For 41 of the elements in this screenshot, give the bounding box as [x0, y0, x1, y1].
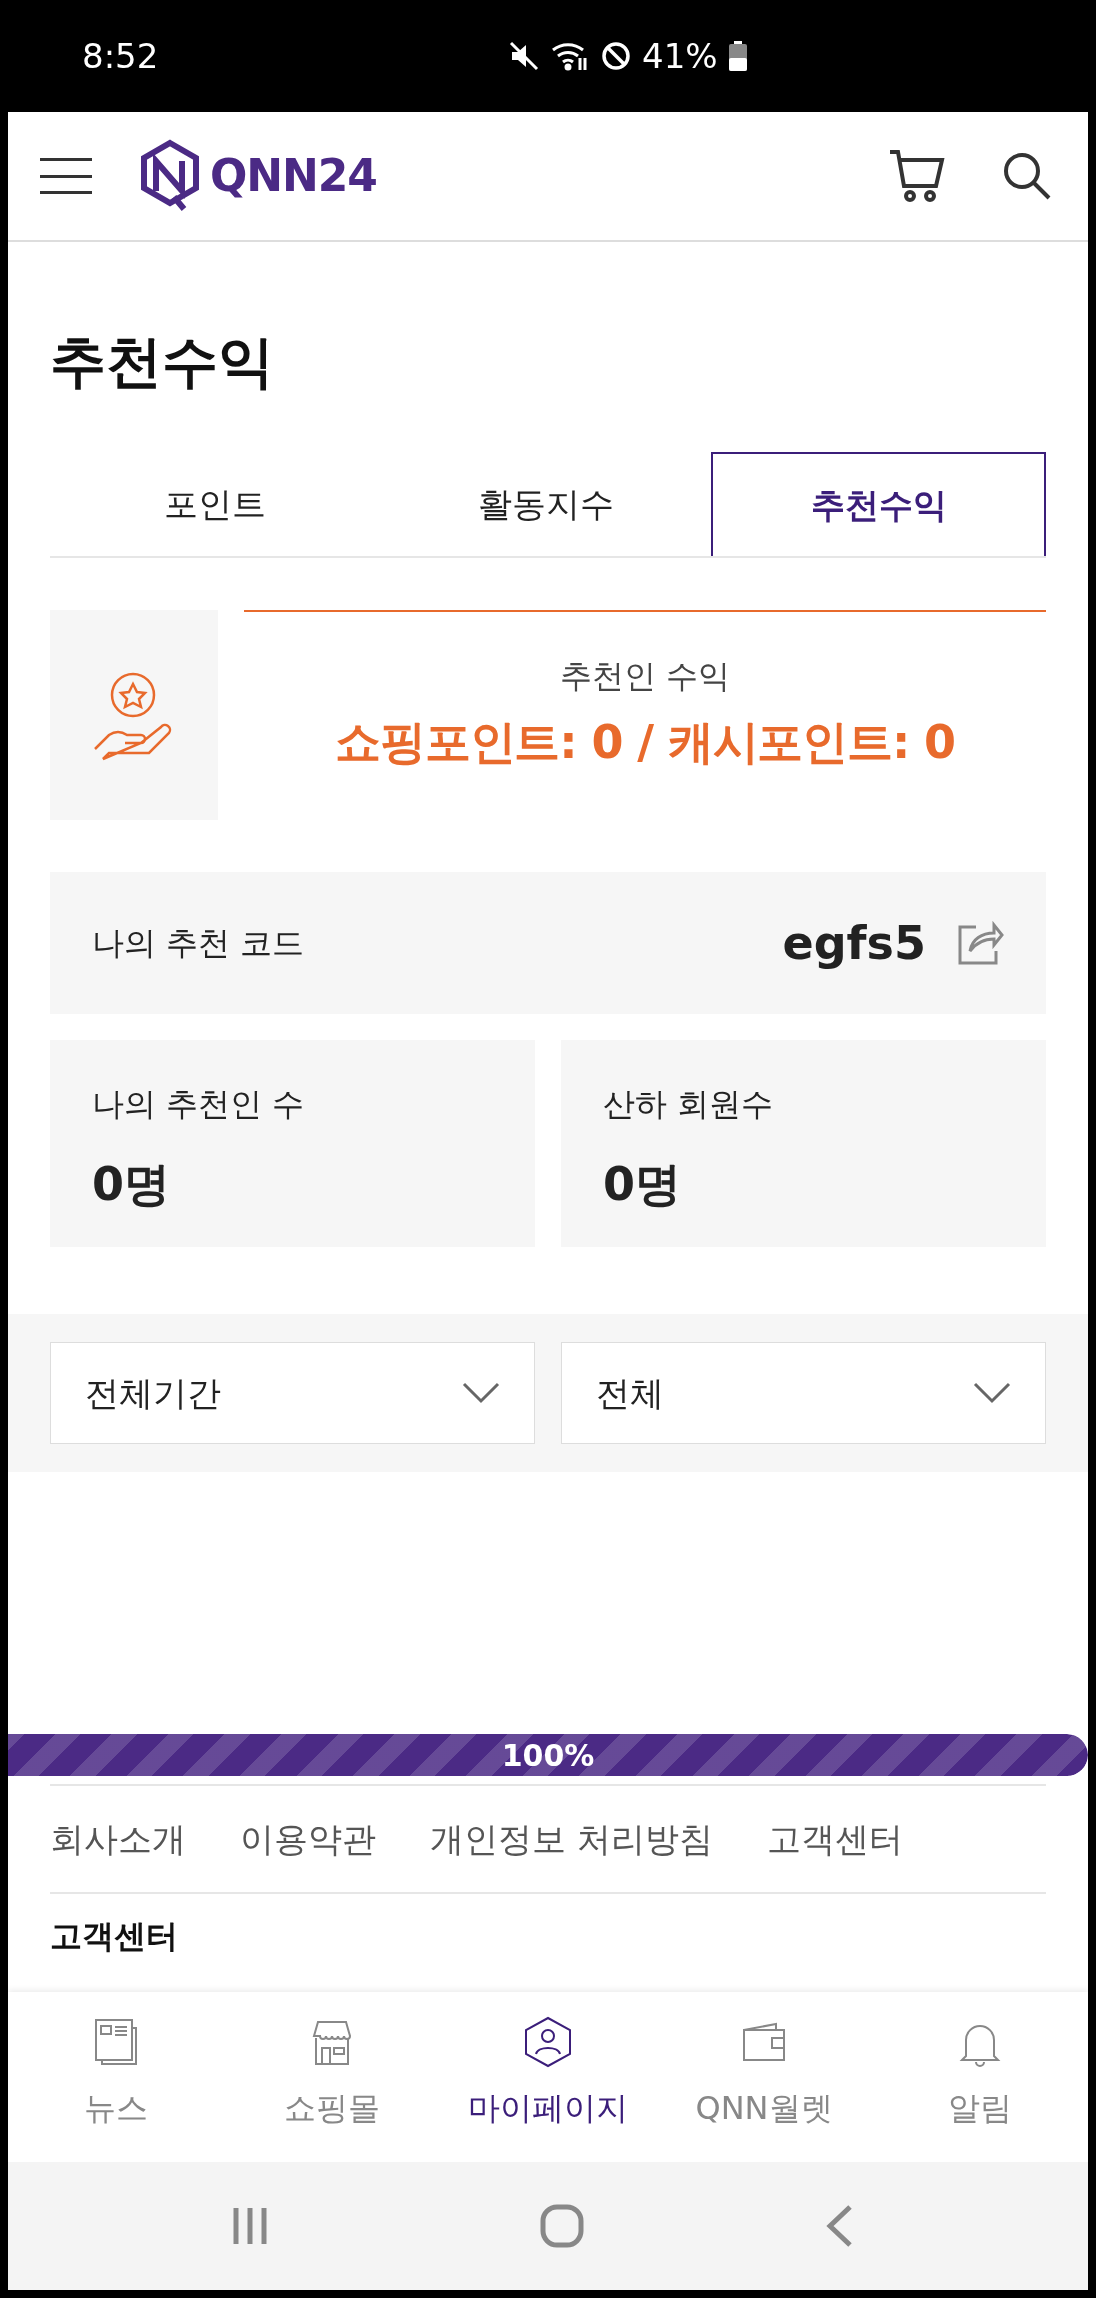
battery-percent: 41%: [642, 34, 718, 78]
nav-item[interactable]: QNN월렛: [656, 1992, 872, 2162]
page-title: 추천수익: [50, 334, 275, 390]
tab[interactable]: 활동지수: [380, 452, 712, 556]
menu-icon[interactable]: [40, 158, 92, 194]
footer-link[interactable]: 이용약관: [240, 1813, 376, 1865]
battery-icon: [727, 40, 748, 72]
share-icon[interactable]: [956, 919, 1004, 967]
tab[interactable]: 추천수익: [711, 452, 1046, 556]
nav-item[interactable]: 마이페이지: [440, 1992, 656, 2162]
logo-icon: [138, 139, 202, 213]
period-select[interactable]: 전체기간: [50, 1342, 535, 1444]
referral-code-label: 나의 추천 코드: [92, 923, 305, 964]
block-icon: [600, 40, 632, 72]
chevron-down-icon: [462, 1382, 500, 1404]
earnings-summary: 쇼핑포인트: 0 / 캐시포인트: 0: [335, 714, 955, 771]
period-select[interactable]: 전체: [561, 1342, 1046, 1444]
wifi-icon: [550, 40, 590, 72]
footer-link[interactable]: 개인정보 처리방침: [430, 1813, 713, 1865]
home-icon[interactable]: [540, 2204, 584, 2248]
stat-value: 0명: [603, 1156, 682, 1213]
nav-item[interactable]: 알림: [872, 1992, 1088, 2162]
referral-code: egfs5: [782, 914, 926, 972]
nav-item[interactable]: 쇼핑몰: [224, 1992, 440, 2162]
footer-link[interactable]: 회사소개: [50, 1813, 186, 1865]
footer-heading: 고객센터: [50, 1917, 178, 1955]
mute-icon: [508, 40, 540, 72]
tab[interactable]: 포인트: [50, 452, 381, 556]
stat-value: 0명: [92, 1156, 171, 1213]
status-time: 8:52: [82, 34, 159, 78]
chevron-down-icon: [973, 1382, 1011, 1404]
stat-label: 산하 회원수: [603, 1084, 775, 1125]
stat-label: 나의 추천인 수: [92, 1084, 306, 1125]
back-icon[interactable]: [824, 2204, 854, 2248]
earnings-title: 추천인 수익: [559, 656, 731, 697]
logo-text: QNN24: [210, 149, 377, 203]
progress-reading: 100%: [500, 1736, 596, 1775]
cart-icon[interactable]: [888, 148, 946, 204]
nav-item[interactable]: 뉴스: [8, 1992, 224, 2162]
footer-link[interactable]: 고객센터: [766, 1813, 903, 1865]
search-icon[interactable]: [1002, 151, 1052, 201]
